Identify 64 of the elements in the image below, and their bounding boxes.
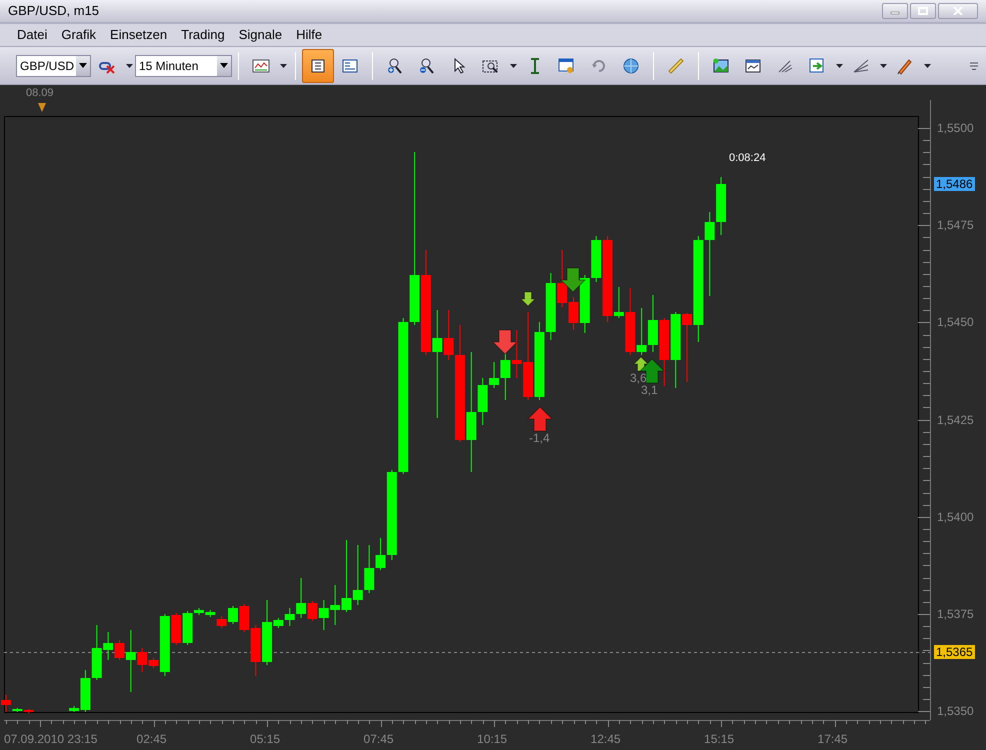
candle xyxy=(659,318,670,386)
export-icon xyxy=(808,56,826,74)
price-label: 1,5350 xyxy=(937,705,974,718)
candle xyxy=(546,273,556,340)
caret-icon xyxy=(220,63,228,68)
candle xyxy=(352,545,363,605)
window-chart-icon xyxy=(744,56,762,74)
price-badge: 1,5365 xyxy=(934,645,975,659)
price-label: 1,5400 xyxy=(937,510,974,523)
date-label: 08.09 xyxy=(26,88,54,99)
time-label: 17:45 xyxy=(818,733,848,745)
menu-item[interactable]: Hilfe xyxy=(289,25,330,45)
price-label: 1,5450 xyxy=(937,316,974,328)
menu-item[interactable]: Signale xyxy=(232,25,290,45)
globe-icon xyxy=(622,56,640,74)
toolbar-button[interactable] xyxy=(302,48,334,82)
countdown-label: 0:08:24 xyxy=(729,153,766,164)
candle xyxy=(648,295,658,352)
line-chart-icon xyxy=(252,56,270,74)
zoom-out-icon xyxy=(418,56,436,74)
dropdown-field[interactable]: GBP/USD xyxy=(16,54,91,76)
dropdown-field[interactable]: 15 Minuten xyxy=(135,54,232,76)
date-marker-icon xyxy=(38,103,46,112)
caret-icon xyxy=(126,64,132,68)
caret-icon xyxy=(924,64,930,68)
menu-item[interactable]: Grafik xyxy=(54,25,104,45)
menu-item[interactable]: Datei xyxy=(10,25,54,45)
text-panel-icon xyxy=(341,56,359,74)
overflow-icon xyxy=(970,62,978,70)
caret-icon xyxy=(836,64,842,68)
time-label: 07.09.2010 23:15 xyxy=(4,733,98,745)
menu-item[interactable]: Trading xyxy=(174,25,232,45)
maximize-icon xyxy=(918,7,928,15)
close-icon xyxy=(953,7,963,15)
maximize-button[interactable] xyxy=(910,3,936,19)
time-label: 05:15 xyxy=(250,733,280,745)
caret-icon xyxy=(280,64,286,68)
time-label: 15:15 xyxy=(704,733,734,745)
price-label: 1,5375 xyxy=(937,608,974,620)
pencil-icon xyxy=(896,56,914,74)
signal-value: 3,6 xyxy=(630,372,647,384)
window-key-icon xyxy=(558,56,576,74)
ruler-icon xyxy=(667,56,685,74)
menu-item[interactable]: Einsetzen xyxy=(103,25,174,45)
caret-icon xyxy=(880,64,886,68)
time-label: 07:45 xyxy=(364,733,394,745)
candle xyxy=(636,308,647,355)
close-button[interactable] xyxy=(938,3,978,19)
time-label: 10:15 xyxy=(477,733,508,745)
caret-icon xyxy=(510,64,516,68)
zoom-in-icon xyxy=(386,56,404,74)
document-icon xyxy=(309,56,327,74)
price-label: 1,5475 xyxy=(937,219,974,232)
signal-value: -1,4 xyxy=(529,432,550,444)
time-label: 12:45 xyxy=(590,733,621,745)
fan-lines-icon xyxy=(852,56,870,74)
signal-value: 3,1 xyxy=(641,384,658,396)
window-title: GBP/USD, m15 xyxy=(8,2,100,20)
price-label: 1,5425 xyxy=(937,414,974,426)
price-badge: 1,5486 xyxy=(934,177,975,191)
time-label: 02:45 xyxy=(136,733,167,745)
image-icon xyxy=(712,56,730,74)
caret-icon xyxy=(79,63,87,68)
price-label: 1,5500 xyxy=(937,122,974,134)
